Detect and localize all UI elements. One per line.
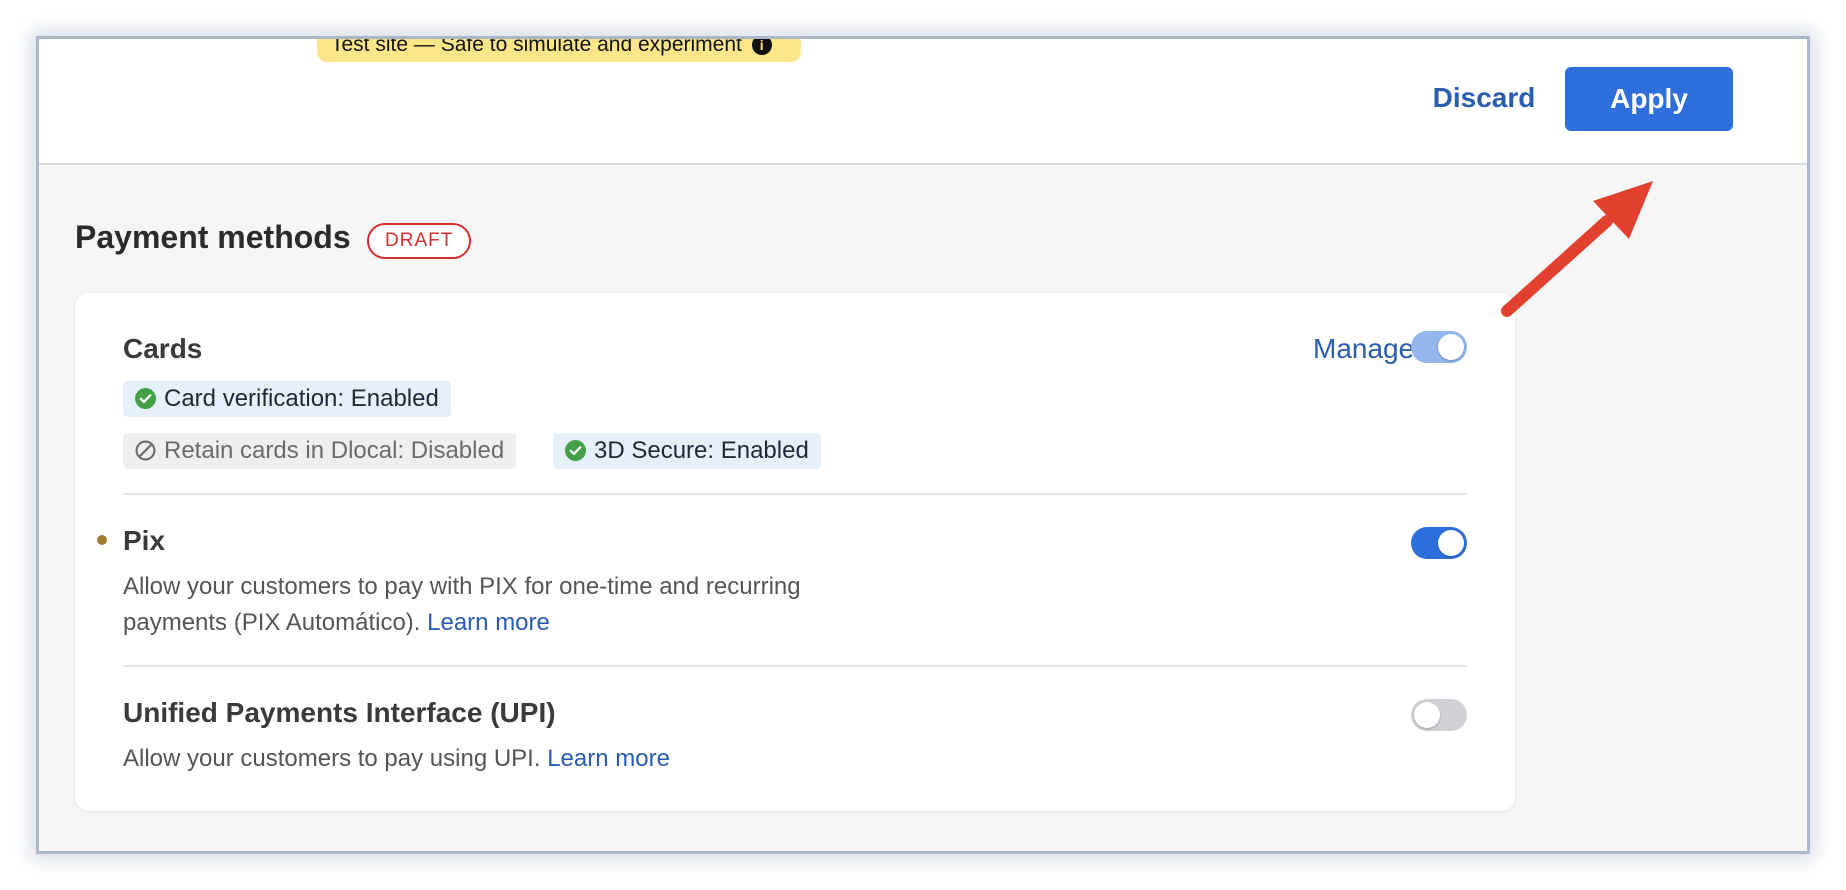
- pix-description: Allow your customers to pay with PIX for…: [123, 569, 883, 641]
- pix-title: Pix: [123, 525, 166, 556]
- 3d-secure-chip: 3D Secure: Enabled: [553, 433, 821, 469]
- app-window: Test site — Safe to simulate and experim…: [36, 36, 1810, 854]
- divider: [123, 665, 1467, 667]
- pix-learn-more-link[interactable]: Learn more: [427, 609, 550, 636]
- payment-methods-card: Cards Manage Card verification: Enabled …: [75, 293, 1515, 811]
- chip-label: Retain cards in Dlocal: Disabled: [164, 437, 505, 464]
- annotation-arrow-icon: [1501, 181, 1653, 317]
- manage-link[interactable]: Manage: [1313, 333, 1414, 365]
- test-site-banner-text: Test site — Safe to simulate and experim…: [331, 36, 742, 56]
- pix-toggle[interactable]: [1411, 527, 1467, 559]
- chip-label: 3D Secure: Enabled: [594, 437, 809, 464]
- cards-title: Cards: [123, 333, 203, 364]
- check-circle-icon: [565, 440, 586, 461]
- test-site-banner: Test site — Safe to simulate and experim…: [317, 36, 801, 62]
- toggle-knob: [1438, 334, 1464, 360]
- upi-description-text: Allow your customers to pay using UPI.: [123, 745, 541, 772]
- chip-label: Card verification: Enabled: [164, 385, 439, 412]
- discard-button[interactable]: Discard: [1409, 67, 1559, 129]
- check-circle-icon: [135, 388, 156, 409]
- upi-toggle[interactable]: [1411, 699, 1467, 731]
- page-title: Payment methods: [75, 219, 351, 255]
- cards-toggle[interactable]: [1411, 331, 1467, 363]
- divider: [123, 493, 1467, 495]
- retain-cards-chip: Retain cards in Dlocal: Disabled: [123, 433, 517, 469]
- info-icon[interactable]: i: [751, 39, 772, 56]
- upi-learn-more-link[interactable]: Learn more: [547, 745, 670, 772]
- disabled-icon: [135, 440, 156, 461]
- card-verification-chip: Card verification: Enabled: [123, 381, 451, 417]
- apply-button[interactable]: Apply: [1565, 67, 1733, 131]
- upi-description: Allow your customers to pay using UPI. L…: [123, 741, 1123, 777]
- toggle-knob: [1438, 530, 1464, 556]
- unsaved-change-dot: [97, 535, 107, 545]
- toggle-knob: [1414, 702, 1440, 728]
- top-bar: Test site — Safe to simulate and experim…: [39, 39, 1807, 165]
- upi-title: Unified Payments Interface (UPI): [123, 697, 556, 728]
- draft-badge: DRAFT: [367, 223, 472, 259]
